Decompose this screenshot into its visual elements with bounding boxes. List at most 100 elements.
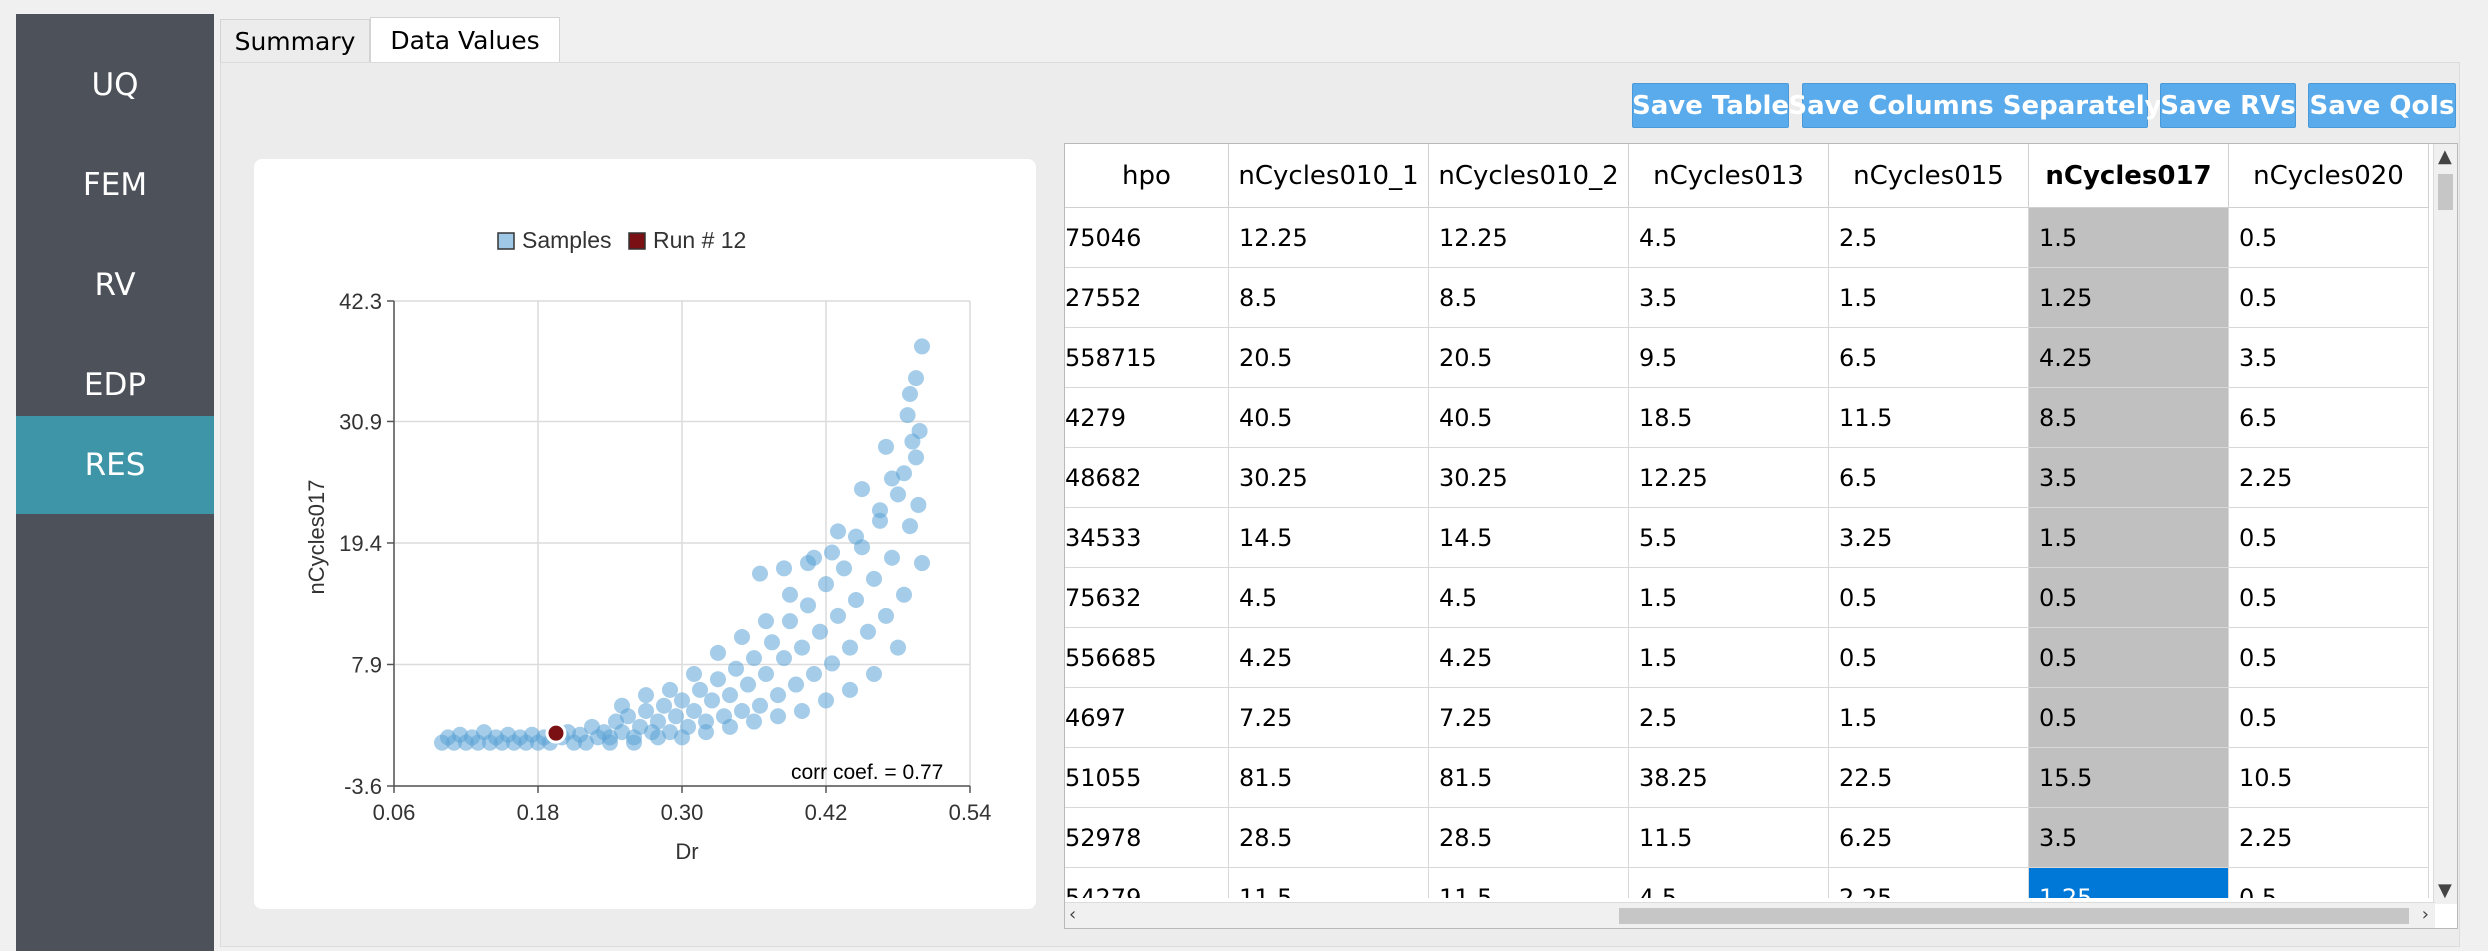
- table-cell[interactable]: 12.25: [1229, 208, 1429, 268]
- table-row[interactable]: 556685 4.25 4.25 1.5 0.5 0.5 0.5: [1065, 628, 2435, 688]
- column-header-ncycles013[interactable]: nCycles013: [1629, 144, 1829, 208]
- table-cell[interactable]: 4.5: [1229, 568, 1429, 628]
- table-cell[interactable]: 40.5: [1229, 388, 1429, 448]
- table-cell[interactable]: 4697: [1065, 688, 1229, 748]
- save-qois-button[interactable]: Save QoIs: [2308, 83, 2456, 128]
- table-row[interactable]: 51055 81.5 81.5 38.25 22.5 15.5 10.5: [1065, 748, 2435, 808]
- table-cell[interactable]: 1.25: [2029, 268, 2229, 328]
- table-cell[interactable]: 11.5: [1229, 868, 1429, 898]
- table-row[interactable]: 75046 12.25 12.25 4.5 2.5 1.5 0.5: [1065, 208, 2435, 268]
- table-cell[interactable]: 3.5: [2029, 808, 2229, 868]
- table-row[interactable]: 4697 7.25 7.25 2.5 1.5 0.5 0.5: [1065, 688, 2435, 748]
- table-row[interactable]: 34533 14.5 14.5 5.5 3.25 1.5 0.5: [1065, 508, 2435, 568]
- table-cell[interactable]: 0.5: [2229, 628, 2429, 688]
- column-header-ncycles010_2[interactable]: nCycles010_2: [1429, 144, 1629, 208]
- vertical-scrollbar[interactable]: ▲ ▼: [2433, 144, 2457, 904]
- column-header-ncycles017[interactable]: nCycles017: [2029, 144, 2229, 208]
- table-cell[interactable]: 6.5: [1829, 448, 2029, 508]
- data-table[interactable]: hpo nCycles010_1 nCycles010_2 nCycles013 nCy…: [1064, 143, 2458, 929]
- table-cell[interactable]: 48682: [1065, 448, 1229, 508]
- table-cell[interactable]: 0.5: [2029, 628, 2229, 688]
- table-cell[interactable]: 30.25: [1229, 448, 1429, 508]
- table-cell[interactable]: 11.5: [1429, 868, 1629, 898]
- table-row[interactable]: 75632 4.5 4.5 1.5 0.5 0.5 0.5: [1065, 568, 2435, 628]
- table-row[interactable]: 558715 20.5 20.5 9.5 6.5 4.25 3.5: [1065, 328, 2435, 388]
- chevron-down-icon[interactable]: ▼: [2438, 882, 2452, 900]
- table-cell[interactable]: 12.25: [1429, 208, 1629, 268]
- table-cell[interactable]: 0.5: [2229, 568, 2429, 628]
- column-header-ncycles015[interactable]: nCycles015: [1829, 144, 2029, 208]
- table-cell[interactable]: 0.5: [2229, 208, 2429, 268]
- table-cell[interactable]: 1.25: [2029, 868, 2229, 898]
- chevron-right-icon[interactable]: ›: [2422, 906, 2429, 924]
- table-cell[interactable]: 3.5: [2229, 328, 2429, 388]
- table-cell[interactable]: 2.5: [1629, 688, 1829, 748]
- table-row[interactable]: 48682 30.25 30.25 12.25 6.5 3.5 2.25: [1065, 448, 2435, 508]
- table-cell[interactable]: 28.5: [1229, 808, 1429, 868]
- table-cell[interactable]: 4.25: [1229, 628, 1429, 688]
- table-cell[interactable]: 6.25: [1829, 808, 2029, 868]
- table-cell[interactable]: 0.5: [2229, 868, 2429, 898]
- table-cell[interactable]: 12.25: [1629, 448, 1829, 508]
- table-cell[interactable]: 40.5: [1429, 388, 1629, 448]
- table-cell[interactable]: 7.25: [1229, 688, 1429, 748]
- table-cell[interactable]: 18.5: [1629, 388, 1829, 448]
- table-cell[interactable]: 14.5: [1229, 508, 1429, 568]
- table-cell[interactable]: 4279: [1065, 388, 1229, 448]
- table-cell[interactable]: 0.5: [2229, 688, 2429, 748]
- save-rvs-button[interactable]: Save RVs: [2160, 83, 2296, 128]
- table-cell[interactable]: 4.5: [1629, 208, 1829, 268]
- sidebar-item-res[interactable]: RES: [16, 416, 214, 514]
- table-cell[interactable]: 3.5: [1629, 268, 1829, 328]
- table-cell[interactable]: 556685: [1065, 628, 1229, 688]
- table-cell[interactable]: 0.5: [2029, 688, 2229, 748]
- table-cell[interactable]: 52978: [1065, 808, 1229, 868]
- table-cell[interactable]: 8.5: [1429, 268, 1629, 328]
- sidebar-item-fem[interactable]: FEM: [16, 136, 214, 234]
- table-cell[interactable]: 14.5: [1429, 508, 1629, 568]
- table-row[interactable]: 27552 8.5 8.5 3.5 1.5 1.25 0.5: [1065, 268, 2435, 328]
- column-header-ncycles010_1[interactable]: nCycles010_1: [1229, 144, 1429, 208]
- table-cell[interactable]: 8.5: [2029, 388, 2229, 448]
- table-cell[interactable]: 1.5: [1829, 688, 2029, 748]
- table-cell[interactable]: 0.5: [2029, 568, 2229, 628]
- vertical-scroll-thumb[interactable]: [2438, 174, 2453, 210]
- table-cell[interactable]: 0.5: [1829, 568, 2029, 628]
- horizontal-scroll-thumb[interactable]: [1619, 908, 2409, 924]
- table-cell[interactable]: 51055: [1065, 748, 1229, 808]
- horizontal-scrollbar[interactable]: ‹ ›: [1065, 902, 2435, 928]
- table-cell[interactable]: 0.5: [2229, 268, 2429, 328]
- save-columns-separately-button[interactable]: Save Columns Separately: [1788, 83, 2162, 128]
- table-cell[interactable]: 2.5: [1829, 208, 2029, 268]
- table-cell[interactable]: 2.25: [2229, 448, 2429, 508]
- table-cell[interactable]: 8.5: [1229, 268, 1429, 328]
- table-cell[interactable]: 4.5: [1629, 868, 1829, 898]
- table-cell[interactable]: 3.5: [2029, 448, 2229, 508]
- table-cell[interactable]: 1.5: [1629, 568, 1829, 628]
- table-cell[interactable]: 5.5: [1629, 508, 1829, 568]
- table-cell[interactable]: 4.5: [1429, 568, 1629, 628]
- table-cell[interactable]: 34533: [1065, 508, 1229, 568]
- table-cell[interactable]: 1.5: [2029, 208, 2229, 268]
- table-cell[interactable]: 6.5: [2229, 388, 2429, 448]
- table-row[interactable]: 52978 28.5 28.5 11.5 6.25 3.5 2.25: [1065, 808, 2435, 868]
- sidebar-item-rv[interactable]: RV: [16, 236, 214, 334]
- table-cell[interactable]: 4.25: [1429, 628, 1629, 688]
- table-cell[interactable]: 7.25: [1429, 688, 1629, 748]
- table-cell[interactable]: 54279: [1065, 868, 1229, 898]
- table-cell[interactable]: 558715: [1065, 328, 1229, 388]
- table-cell[interactable]: 15.5: [2029, 748, 2229, 808]
- table-cell[interactable]: 2.25: [1829, 868, 2029, 898]
- table-cell[interactable]: 22.5: [1829, 748, 2029, 808]
- table-row[interactable]: 4279 40.5 40.5 18.5 11.5 8.5 6.5: [1065, 388, 2435, 448]
- table-cell[interactable]: 6.5: [1829, 328, 2029, 388]
- table-cell[interactable]: 38.25: [1629, 748, 1829, 808]
- chevron-left-icon[interactable]: ‹: [1069, 906, 1076, 924]
- table-cell[interactable]: 75632: [1065, 568, 1229, 628]
- table-cell[interactable]: 1.5: [1829, 268, 2029, 328]
- save-table-button[interactable]: Save Table: [1632, 83, 1789, 128]
- table-cell[interactable]: 20.5: [1429, 328, 1629, 388]
- table-cell[interactable]: 1.5: [1629, 628, 1829, 688]
- table-cell[interactable]: 11.5: [1829, 388, 2029, 448]
- tab-summary[interactable]: Summary: [220, 19, 370, 63]
